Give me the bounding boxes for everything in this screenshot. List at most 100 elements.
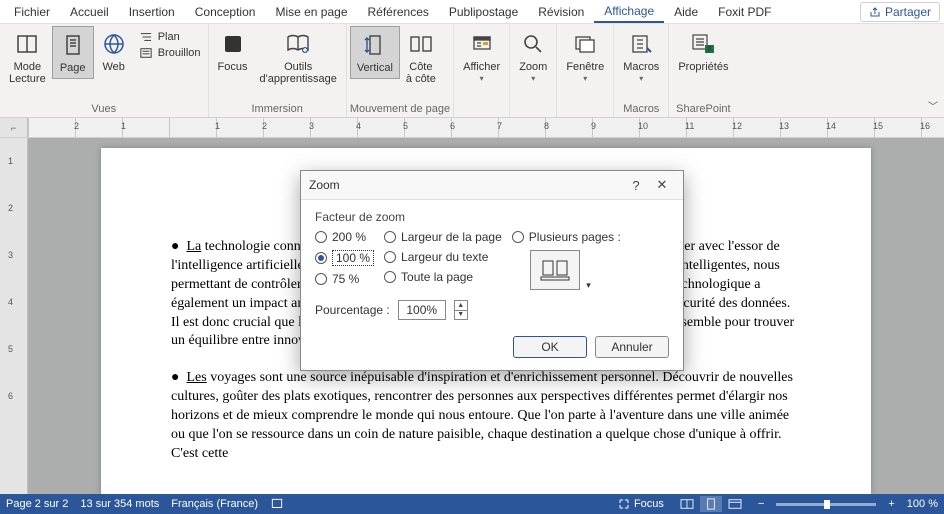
zoom-slider[interactable] xyxy=(776,503,876,506)
group-label-immersion: Immersion xyxy=(212,101,343,117)
whole-page-label: Toute la page xyxy=(401,270,473,284)
multi-pages-option[interactable]: Plusieurs pages : xyxy=(512,230,621,244)
menu-references[interactable]: Références xyxy=(358,2,439,22)
ruler-tick: 2 xyxy=(74,121,79,131)
menu-revision[interactable]: Révision xyxy=(528,2,594,22)
mode-lecture-button[interactable]: Mode Lecture xyxy=(3,26,52,89)
focus-status-label: Focus xyxy=(634,498,664,510)
cancel-button[interactable]: Annuler xyxy=(595,336,669,358)
ruler-tick: 11 xyxy=(685,121,694,131)
percentage-input[interactable]: 100% xyxy=(398,300,446,320)
focus-mode-status[interactable]: Focus xyxy=(618,498,664,510)
bullet-icon: ● xyxy=(171,370,186,385)
zoom-out-button[interactable]: − xyxy=(758,498,764,510)
menu-mise-en-page[interactable]: Mise en page xyxy=(265,2,357,22)
text-width-label: Largeur du texte xyxy=(401,250,488,264)
word-count-status[interactable]: 13 sur 354 mots xyxy=(80,498,159,510)
afficher-label: Afficher xyxy=(463,61,500,73)
chevron-down-icon: ▾ xyxy=(480,75,484,84)
menu-accueil[interactable]: Accueil xyxy=(60,2,119,22)
page-count-status[interactable]: Page 2 sur 2 xyxy=(6,498,68,510)
menu-aide[interactable]: Aide xyxy=(664,2,708,22)
menu-affichage[interactable]: Affichage xyxy=(594,1,664,23)
macros-icon xyxy=(627,30,655,58)
plan-view-button[interactable]: Plan xyxy=(138,30,201,44)
ruler-vertical[interactable]: 1 2 3 4 5 6 xyxy=(0,138,28,496)
ruler-corner: ⌐ xyxy=(0,118,28,137)
vertical-scroll-icon xyxy=(361,31,389,59)
page-width-option[interactable]: Largeur de la page xyxy=(384,230,502,244)
ruler-tick: 15 xyxy=(873,121,883,131)
radio-icon xyxy=(512,231,524,243)
ribbon-group-immersion: Focus Outils d'apprentissage Immersion xyxy=(209,24,347,117)
ribbon-group-macros: Macros ▾ Macros xyxy=(614,24,669,117)
menu-publipostage[interactable]: Publipostage xyxy=(439,2,528,22)
menu-conception[interactable]: Conception xyxy=(185,2,266,22)
focus-button[interactable]: Focus xyxy=(212,26,254,77)
learning-tools-icon xyxy=(284,30,312,58)
status-bar: Page 2 sur 2 13 sur 354 mots Français (F… xyxy=(0,494,944,514)
language-status[interactable]: Français (France) xyxy=(171,498,258,510)
spinner-up-icon[interactable]: ▲ xyxy=(455,301,467,311)
menu-foxit-pdf[interactable]: Foxit PDF xyxy=(708,2,781,22)
menu-fichier[interactable]: Fichier xyxy=(4,2,60,22)
ribbon-collapse-button[interactable]: ﹀ xyxy=(928,98,938,113)
fenetre-button[interactable]: Fenêtre ▾ xyxy=(560,26,610,88)
brouillon-label: Brouillon xyxy=(158,47,201,59)
web-view-button[interactable]: Web xyxy=(94,26,134,77)
macros-button[interactable]: Macros ▾ xyxy=(617,26,665,88)
multi-pages-preview[interactable]: ▾ xyxy=(530,250,580,290)
ruler-tick: 7 xyxy=(497,121,502,131)
cote-a-cote-button[interactable]: Côte à côte xyxy=(400,26,442,89)
radio-icon xyxy=(315,231,327,243)
fenetre-label: Fenêtre xyxy=(566,61,604,73)
share-button[interactable]: Partager xyxy=(860,2,940,22)
focus-label: Focus xyxy=(218,61,248,73)
macros-label: Macros xyxy=(623,61,659,73)
vertical-button[interactable]: Vertical xyxy=(350,26,400,79)
menu-insertion[interactable]: Insertion xyxy=(119,2,185,22)
ruler-horizontal[interactable]: 2 1 1 2 3 4 5 6 7 8 9 10 11 12 13 14 15 … xyxy=(28,118,944,137)
zoom-200-option[interactable]: 200 % xyxy=(315,230,374,244)
zoom-dialog: Zoom ? ✕ Facteur de zoom 200 % 100 % 75 … xyxy=(300,170,684,371)
zoom-in-button[interactable]: + xyxy=(888,498,894,510)
web-layout-view-button[interactable] xyxy=(724,496,746,512)
whole-page-option[interactable]: Toute la page xyxy=(384,270,502,284)
ok-button[interactable]: OK xyxy=(513,336,587,358)
zoom-ribbon-button[interactable]: Zoom ▾ xyxy=(513,26,553,88)
accessibility-status[interactable] xyxy=(270,497,284,511)
mode-lecture-label: Mode Lecture xyxy=(9,61,46,85)
paragraph: ● Les voyages sont une source inépuisabl… xyxy=(171,369,801,463)
ribbon-group-vues: Mode Lecture Page Web Plan xyxy=(0,24,209,117)
spinner-down-icon[interactable]: ▼ xyxy=(455,311,467,320)
afficher-button[interactable]: Afficher ▾ xyxy=(457,26,506,88)
proprietes-button[interactable]: S Propriétés xyxy=(672,26,734,77)
bullet-icon: ● xyxy=(171,239,186,254)
page-view-button[interactable]: Page xyxy=(52,26,94,79)
ruler-tick: 2 xyxy=(262,121,267,131)
radio-icon xyxy=(384,271,396,283)
read-mode-view-button[interactable] xyxy=(676,496,698,512)
group-label-vues: Vues xyxy=(3,101,205,117)
close-button[interactable]: ✕ xyxy=(649,177,675,193)
ruler-tick: 1 xyxy=(215,121,220,131)
help-button[interactable]: ? xyxy=(623,178,649,193)
print-layout-view-button[interactable] xyxy=(700,496,722,512)
zoom-level-status[interactable]: 100 % xyxy=(907,498,938,510)
plan-label: Plan xyxy=(158,31,180,43)
zoom-100-option[interactable]: 100 % xyxy=(315,250,374,266)
outils-apprentissage-button[interactable]: Outils d'apprentissage xyxy=(253,26,342,89)
ruler-tick: 13 xyxy=(779,121,789,131)
show-icon xyxy=(468,30,496,58)
dialog-title: Zoom xyxy=(309,178,623,192)
ruler-tick: 14 xyxy=(826,121,836,131)
ribbon-group-zoom: Zoom ▾ xyxy=(510,24,557,117)
text-width-option[interactable]: Largeur du texte xyxy=(384,250,502,264)
ruler-tick: 16 xyxy=(920,121,930,131)
group-label-macros: Macros xyxy=(617,101,665,117)
brouillon-view-button[interactable]: Brouillon xyxy=(138,46,201,60)
percentage-spinner[interactable]: ▲ ▼ xyxy=(454,300,468,320)
zoom-factor-label: Facteur de zoom xyxy=(315,210,669,224)
chevron-down-icon: ▾ xyxy=(531,75,535,84)
zoom-75-option[interactable]: 75 % xyxy=(315,272,374,286)
